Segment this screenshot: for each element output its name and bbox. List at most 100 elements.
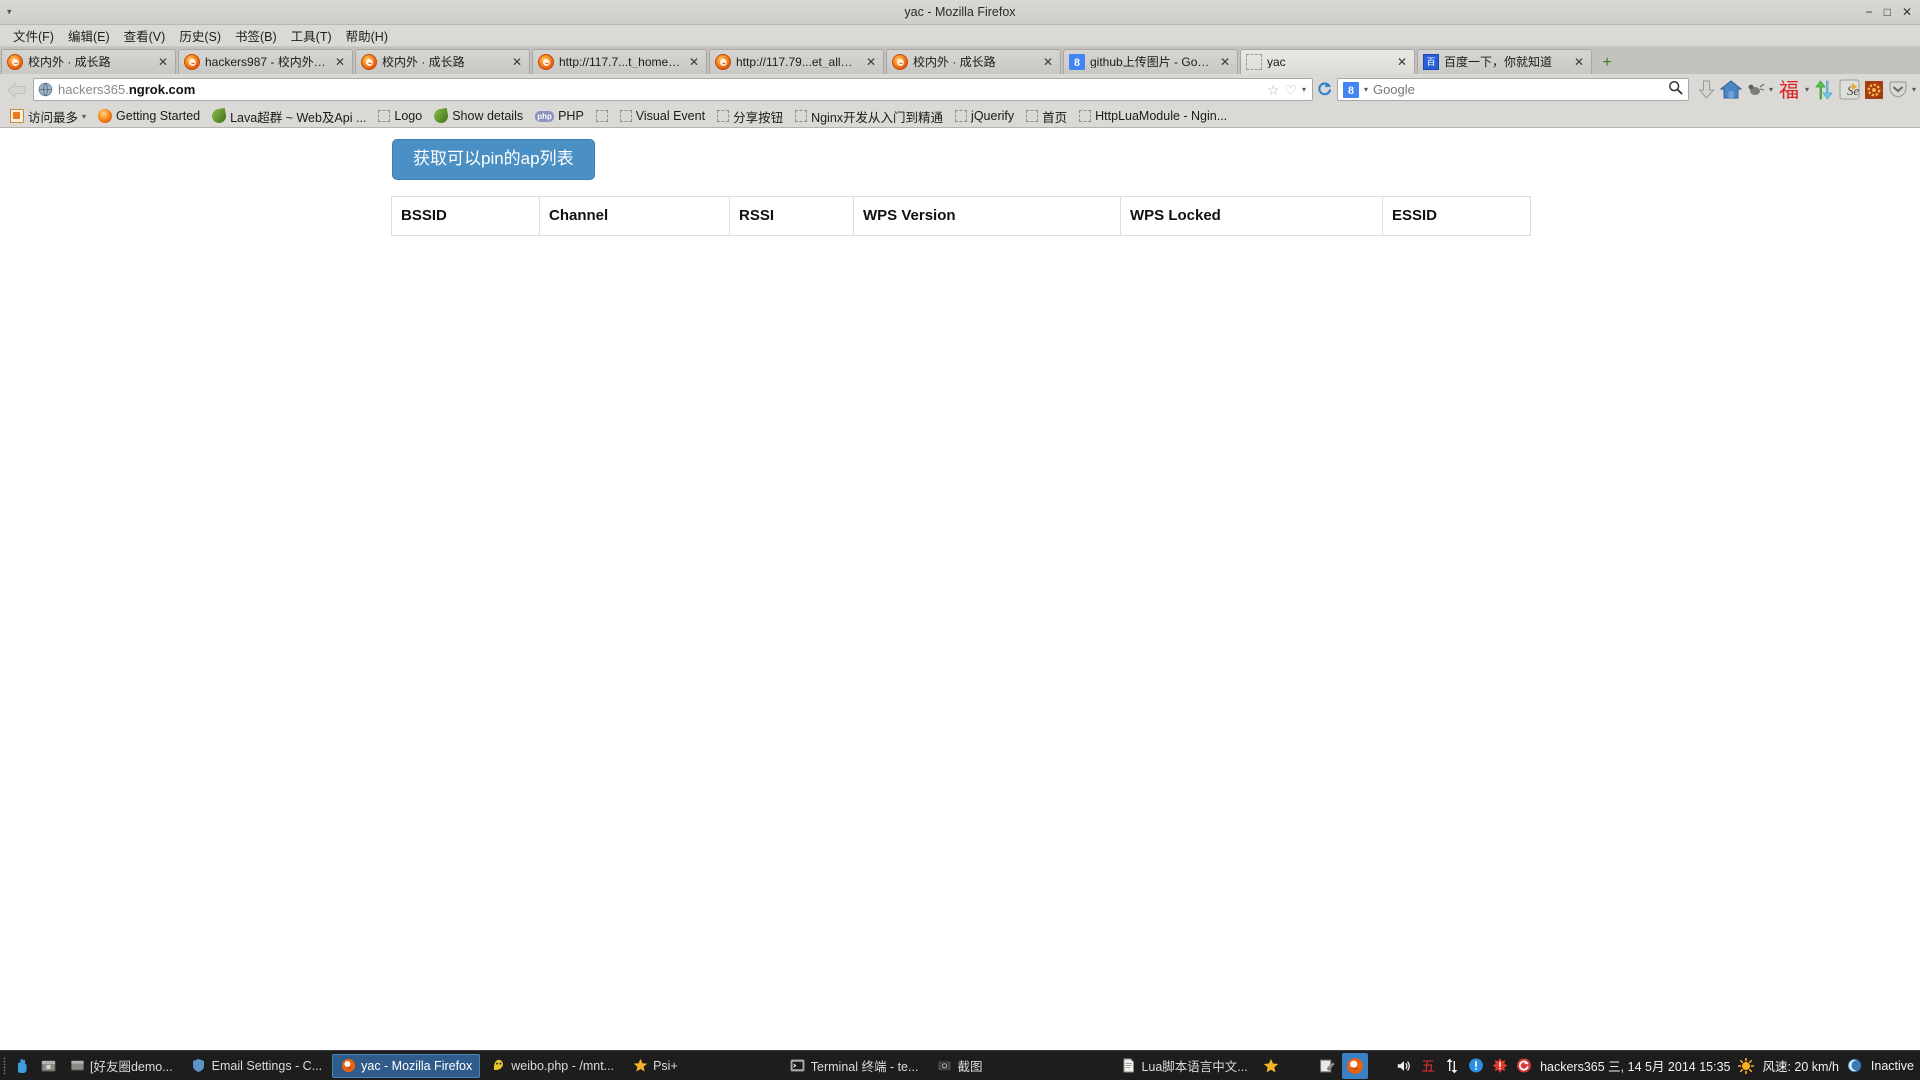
url-bar-actions: ☆ ♡ ▾ — [1267, 83, 1308, 97]
tab-close-icon[interactable]: ✕ — [1217, 56, 1233, 68]
firefox-launcher-icon[interactable] — [1342, 1053, 1368, 1079]
minimize-button[interactable]: − — [1866, 6, 1873, 18]
bookmark-item[interactable]: HttpLuaModule - Ngin... — [1074, 108, 1232, 124]
blank-favicon — [1246, 54, 1262, 70]
tab-close-icon[interactable]: ✕ — [1571, 56, 1587, 68]
taskbar-window-button[interactable]: Terminal 终端 - te... — [782, 1054, 927, 1078]
info-icon[interactable] — [1468, 1058, 1484, 1074]
tab-close-icon[interactable]: ✕ — [1394, 56, 1410, 68]
taskbar-window-button[interactable]: yac - Mozilla Firefox — [332, 1054, 480, 1078]
ime-indicator[interactable]: 五 — [1420, 1058, 1436, 1074]
bookmark-item[interactable]: Show details — [429, 108, 528, 124]
menu-tools[interactable]: 工具(T) — [284, 24, 339, 47]
fu-caret-icon[interactable]: ▾ — [1805, 78, 1809, 102]
download-arrow-icon[interactable] — [1697, 78, 1716, 102]
editor-launcher-icon[interactable] — [1314, 1053, 1340, 1079]
show-desktop-hand-icon[interactable] — [9, 1053, 35, 1079]
star-launcher-icon[interactable] — [1258, 1053, 1284, 1079]
bookmark-item[interactable]: jQuerify — [950, 108, 1019, 124]
url-dropdown-caret-icon[interactable]: ▾ — [1302, 85, 1306, 94]
bookmark-item[interactable]: 访问最多▾ — [5, 106, 91, 127]
weather-label: 风速: 20 km/h — [1762, 1056, 1838, 1075]
taskbar-window-button[interactable]: Lua脚本语言中文... — [1112, 1054, 1255, 1078]
browser-tab[interactable]: hackers987 - 校内外 · 成...✕ — [178, 49, 353, 74]
search-bar[interactable]: 8 ▾ Google — [1337, 78, 1689, 101]
search-icon[interactable] — [1668, 80, 1683, 100]
ap-table: BSSIDChannelRSSIWPS VersionWPS LockedESS… — [391, 196, 1531, 236]
archive-launcher-icon[interactable] — [35, 1053, 61, 1079]
bookmark-item[interactable]: 首页 — [1021, 106, 1072, 127]
orange-gear-icon[interactable] — [1864, 78, 1884, 102]
bookmark-star-icon[interactable]: ☆ — [1267, 83, 1280, 97]
tab-close-icon[interactable]: ✕ — [332, 56, 348, 68]
taskbar-window-button[interactable]: [好友圈demo... — [61, 1054, 181, 1078]
menu-history[interactable]: 历史(S) — [172, 24, 228, 47]
bookmark-item[interactable]: Logo — [373, 108, 427, 124]
shield-icon — [191, 1058, 207, 1074]
browser-tab[interactable]: 校内外 · 成长路✕ — [886, 49, 1061, 74]
bookmark-item[interactable]: Lava超群 ~ Web及Api ... — [207, 106, 371, 127]
taskbar-window-button[interactable]: Psi+ — [624, 1054, 686, 1078]
selenium-icon[interactable]: Se — [1839, 78, 1860, 102]
url-bar[interactable]: hackers365.ngrok.com ☆ ♡ ▾ — [33, 78, 1313, 101]
menu-file[interactable]: 文件(F) — [6, 24, 61, 47]
taskbar-drag-handle[interactable] — [0, 1051, 9, 1080]
new-tab-button[interactable]: + — [1596, 52, 1618, 74]
table-column-header: Channel — [540, 197, 730, 236]
bookmark-item[interactable]: Visual Event — [615, 108, 710, 124]
reload-icon[interactable] — [1316, 81, 1334, 99]
tab-close-icon[interactable]: ✕ — [155, 56, 171, 68]
search-input[interactable]: Google — [1373, 82, 1663, 97]
bookmark-item[interactable]: Nginx开发从入门到精通 — [790, 106, 948, 127]
menu-edit[interactable]: 编辑(E) — [61, 24, 117, 47]
window-menu-caret-icon[interactable]: ▾ — [7, 8, 12, 17]
reader-mode-icon[interactable]: ♡ — [1284, 83, 1297, 97]
pocket-icon[interactable] — [1888, 78, 1908, 102]
sync-icon[interactable] — [1516, 1058, 1532, 1074]
bug-icon[interactable] — [1746, 78, 1765, 102]
bookmark-item[interactable] — [591, 109, 613, 123]
firefox-favicon — [7, 54, 23, 70]
close-button[interactable]: ✕ — [1902, 6, 1912, 18]
search-engine-caret-icon[interactable]: ▾ — [1364, 85, 1368, 94]
moon-icon[interactable] — [1847, 1058, 1863, 1074]
back-arrow-icon[interactable] — [4, 79, 30, 101]
bookmark-item[interactable]: 分享按钮 — [712, 106, 788, 127]
browser-tab[interactable]: 校内外 · 成长路✕ — [355, 49, 530, 74]
fu-character-icon[interactable]: 福 — [1777, 78, 1801, 102]
tab-close-icon[interactable]: ✕ — [509, 56, 525, 68]
menu-bookmarks[interactable]: 书签(B) — [228, 24, 284, 47]
network-arrows-icon[interactable] — [1444, 1058, 1460, 1074]
menu-help[interactable]: 帮助(H) — [339, 24, 395, 47]
alert-icon[interactable] — [1492, 1058, 1508, 1074]
tab-close-icon[interactable]: ✕ — [1040, 56, 1056, 68]
system-tray: 五 hackers365 三, 14 5月 2014 15:35 风速: 20 … — [1396, 1056, 1920, 1075]
taskbar-window-button[interactable]: Email Settings - C... — [183, 1054, 330, 1078]
taskbar-window-button[interactable]: 截图 — [928, 1054, 990, 1078]
browser-tab[interactable]: http://117.79...et_all_notice✕ — [709, 49, 884, 74]
bug-caret-icon[interactable]: ▾ — [1769, 78, 1773, 102]
tab-close-icon[interactable]: ✕ — [863, 56, 879, 68]
overflow-caret-icon[interactable]: ▾ — [1912, 78, 1916, 102]
bookmark-label: Lava超群 ~ Web及Api ... — [230, 107, 366, 126]
browser-tab[interactable]: yac✕ — [1240, 49, 1415, 74]
bookmark-item[interactable]: Getting Started — [93, 108, 205, 124]
volume-icon[interactable] — [1396, 1058, 1412, 1074]
browser-tab[interactable]: 百百度一下，你就知道✕ — [1417, 49, 1592, 74]
get-pinnable-ap-list-button[interactable]: 获取可以pin的ap列表 — [392, 139, 595, 180]
taskbar-window-label: Lua脚本语言中文... — [1141, 1056, 1247, 1075]
browser-tab[interactable]: http://117.7...t_home_data✕ — [532, 49, 707, 74]
tab-label: 校内外 · 成长路 — [28, 56, 150, 68]
taskbar-window-button[interactable]: weibo.php - /mnt... — [482, 1054, 622, 1078]
google-favicon: 8 — [1069, 54, 1085, 70]
maximize-button[interactable]: □ — [1884, 6, 1891, 18]
clock[interactable]: hackers365 三, 14 5月 2014 15:35 — [1540, 1056, 1730, 1075]
bookmark-caret-icon[interactable]: ▾ — [82, 112, 86, 121]
browser-tab[interactable]: 8github上传图片 - Google ...✕ — [1063, 49, 1238, 74]
menu-view[interactable]: 查看(V) — [117, 24, 173, 47]
bookmark-item[interactable]: phpPHP — [530, 108, 589, 124]
browser-tab[interactable]: 校内外 · 成长路 ✕ — [1, 49, 176, 74]
tab-close-icon[interactable]: ✕ — [686, 56, 702, 68]
sync-arrows-icon[interactable] — [1813, 78, 1835, 102]
home-icon[interactable] — [1720, 78, 1742, 102]
